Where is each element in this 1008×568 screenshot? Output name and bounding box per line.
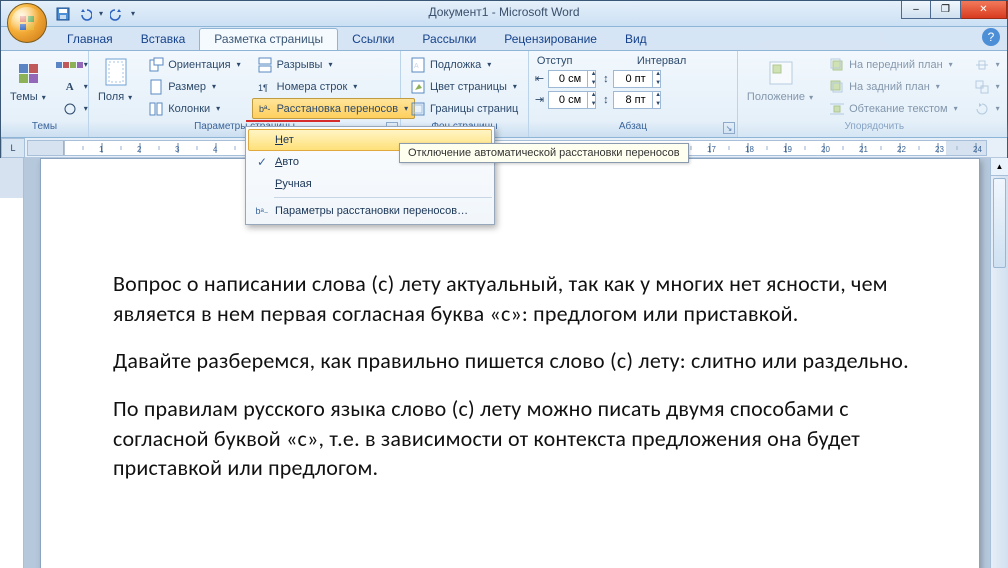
line-numbers-button[interactable]: 1¶Номера строк▾	[252, 76, 416, 97]
space-after-spinner[interactable]: ▲▼	[652, 91, 664, 109]
svg-text:19: 19	[783, 145, 792, 154]
save-icon[interactable]	[53, 4, 73, 24]
interval-header: Интервал	[633, 54, 733, 68]
vertical-ruler[interactable]	[0, 158, 24, 568]
margins-button[interactable]: Поля▾	[93, 54, 139, 106]
breaks-button[interactable]: Разрывы▾	[252, 54, 416, 75]
themes-label: Темы	[10, 91, 38, 103]
paragraph: По правилам русского языка слово (с) лет…	[113, 394, 943, 483]
svg-text:3: 3	[175, 145, 180, 154]
office-button[interactable]	[7, 3, 47, 43]
undo-dropdown-icon[interactable]: ▾	[97, 9, 105, 18]
tab-вид[interactable]: Вид	[611, 29, 661, 50]
hyphen-options-dialog[interactable]: bᵃ₋Параметры расстановки переносов…	[248, 200, 492, 222]
svg-text:21: 21	[859, 145, 868, 154]
space-before-spinner[interactable]: ▲▼	[652, 70, 664, 88]
tab-ссылки[interactable]: Ссылки	[338, 29, 408, 50]
svg-text:24: 24	[973, 145, 982, 154]
orientation-button[interactable]: Ориентация▾	[143, 54, 247, 75]
maximize-button[interactable]: ❐	[931, 1, 961, 19]
document-page[interactable]: Вопрос о написании слова (с) лету актуал…	[40, 158, 980, 568]
tab-рецензирование[interactable]: Рецензирование	[490, 29, 611, 50]
check-icon: ✓	[249, 155, 275, 169]
scroll-up-arrow[interactable]: ▲	[991, 158, 1008, 176]
tab-вставка[interactable]: Вставка	[127, 29, 200, 50]
svg-text:18: 18	[745, 145, 754, 154]
redo-icon[interactable]	[107, 4, 127, 24]
group-label-paragraph: Абзац	[619, 121, 647, 132]
paragraph-dialog-launcher[interactable]: ↘	[723, 122, 735, 134]
svg-text:1: 1	[99, 145, 104, 154]
hyphenation-menu: Нет ✓Авто Ручная bᵃ₋Параметры расстановк…	[245, 126, 495, 225]
svg-text:A: A	[414, 63, 419, 70]
position-button[interactable]: Положение▾	[742, 54, 820, 106]
qat-customize-icon[interactable]: ▾	[129, 9, 137, 18]
help-button[interactable]: ?	[982, 28, 1000, 46]
columns-button[interactable]: Колонки▾	[143, 98, 247, 119]
svg-text:23: 23	[935, 145, 944, 154]
vertical-scrollbar[interactable]: ▲	[990, 158, 1008, 568]
menu-separator	[274, 197, 492, 198]
tab-главная[interactable]: Главная	[53, 29, 127, 50]
send-back-button[interactable]: На задний план▾	[824, 76, 965, 97]
paragraph: Вопрос о написании слова (с) лету актуал…	[113, 269, 943, 328]
svg-text:1¶: 1¶	[258, 83, 268, 93]
svg-text:17: 17	[707, 145, 716, 154]
group-objects-button[interactable]: ▾	[969, 76, 1007, 97]
page-borders-button[interactable]: Границы страниц	[405, 98, 524, 119]
themes-icon	[19, 64, 38, 83]
chevron-down-icon: ▾	[40, 93, 48, 102]
size-button[interactable]: Размер▾	[143, 76, 247, 97]
themes-button[interactable]: Темы▾	[5, 54, 53, 106]
indent-right-icon: ⇥	[535, 93, 544, 106]
hyphenation-button[interactable]: bª-Расстановка переносов▾	[252, 98, 416, 119]
paragraph: Давайте разберемся, как правильно пишетс…	[113, 346, 943, 376]
bring-front-button[interactable]: На передний план▾	[824, 54, 965, 75]
indent-left-spinner[interactable]: ▲▼	[587, 70, 599, 88]
hyphen-option-manual[interactable]: Ручная	[248, 173, 492, 195]
group-label-themes: Темы	[1, 121, 88, 137]
minimize-button[interactable]: –	[901, 1, 931, 19]
scroll-thumb[interactable]	[993, 178, 1006, 268]
rotate-button[interactable]: ▾	[969, 98, 1007, 119]
margins-label: Поля	[98, 91, 124, 103]
indent-header: Отступ	[533, 54, 633, 68]
close-button[interactable]: ✕	[961, 1, 1007, 19]
align-button[interactable]: ▾	[969, 54, 1007, 75]
group-label-arrange: Упорядочить	[738, 121, 1008, 137]
annotation-underline	[246, 120, 340, 122]
watermark-button[interactable]: AПодложка▾	[405, 54, 524, 75]
window-title: Документ1 - Microsoft Word	[1, 5, 1007, 19]
svg-text:4: 4	[213, 145, 218, 154]
hyphen-small-icon: bᵃ₋	[249, 206, 275, 217]
tooltip: Отключение автоматической расстановки пе…	[399, 143, 689, 163]
svg-text:20: 20	[821, 145, 830, 154]
tab-selector[interactable]: L	[1, 138, 25, 158]
tab-разметка-страницы[interactable]: Разметка страницы	[199, 28, 338, 50]
undo-icon[interactable]	[75, 4, 95, 24]
indent-right-spinner[interactable]: ▲▼	[587, 91, 599, 109]
svg-text:2: 2	[137, 145, 142, 154]
tab-рассылки[interactable]: Рассылки	[408, 29, 490, 50]
page-color-button[interactable]: Цвет страницы▾	[405, 76, 524, 97]
indent-left-icon: ⇤	[535, 72, 544, 85]
svg-text:22: 22	[897, 145, 906, 154]
space-before-icon: ↕	[603, 73, 609, 85]
space-after-icon: ↕	[603, 94, 609, 106]
text-wrap-button[interactable]: Обтекание текстом▾	[824, 98, 965, 119]
